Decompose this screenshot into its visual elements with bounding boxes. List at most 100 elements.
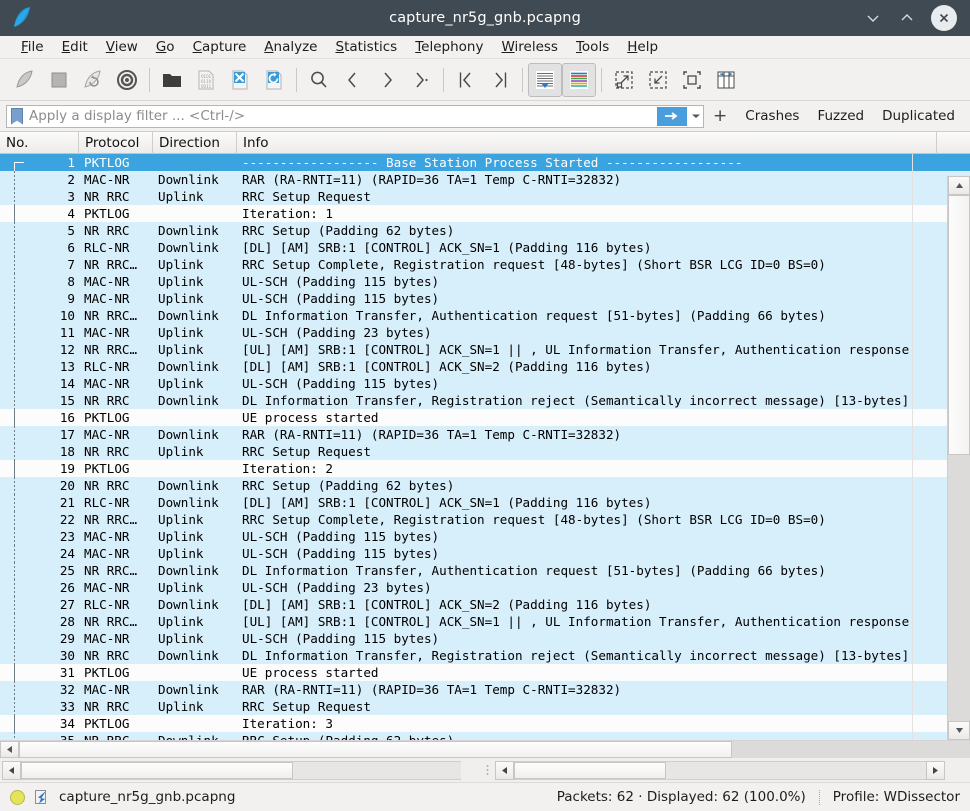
filter-button-duplicated[interactable]: Duplicated [873, 108, 964, 124]
zoom-out-icon[interactable] [641, 63, 675, 97]
table-row[interactable]: 6RLC-NRDownlink [DL] [AM] SRB:1 [CONTROL… [0, 239, 970, 256]
table-row[interactable]: 22NR RRC…UplinkRRC Setup Complete, Regis… [0, 511, 970, 528]
table-row[interactable]: 27RLC-NRDownlink [DL] [AM] SRB:1 [CONTRO… [0, 596, 970, 613]
menu-item-wireless[interactable]: Wireless [492, 36, 567, 59]
table-row[interactable]: 29MAC-NRUplinkUL-SCH (Padding 115 bytes) [0, 630, 970, 647]
go-last-packet-icon[interactable] [483, 63, 517, 97]
table-row[interactable]: 20NR RRCDownlinkRRC Setup (Padding 62 by… [0, 477, 970, 494]
filter-button-crashes[interactable]: Crashes [736, 108, 808, 124]
scroll-right-arrow-icon[interactable] [926, 761, 945, 780]
start-capture-icon[interactable] [8, 63, 42, 97]
table-row[interactable]: 16PKTLOGUE process started [0, 409, 970, 426]
pane-splitter-grip[interactable] [483, 761, 492, 780]
table-row[interactable]: 12NR RRC…Uplink [UL] [AM] SRB:1 [CONTROL… [0, 341, 970, 358]
menu-item-telephony[interactable]: Telephony [406, 36, 492, 59]
go-forward-icon[interactable] [370, 63, 404, 97]
capture-file-properties-icon[interactable] [33, 789, 49, 805]
table-row[interactable]: 9MAC-NRUplinkUL-SCH (Padding 115 bytes) [0, 290, 970, 307]
chevron-up-icon[interactable] [897, 8, 917, 28]
detail-pane-scrollbar[interactable] [2, 761, 480, 780]
add-filter-button[interactable]: + [704, 106, 736, 126]
packet-list-vertical-scrollbar[interactable] [947, 176, 970, 740]
menu-item-capture[interactable]: Capture [184, 36, 256, 59]
menu-item-edit[interactable]: Edit [53, 36, 97, 59]
resize-columns-icon[interactable] [709, 63, 743, 97]
table-row[interactable]: 32MAC-NRDownlinkRAR (RA-RNTI=11) (RAPID=… [0, 681, 970, 698]
table-row[interactable]: 1PKTLOG------------------ Base Station P… [0, 154, 970, 171]
table-row[interactable]: 5NR RRCDownlinkRRC Setup (Padding 62 byt… [0, 222, 970, 239]
column-header-info[interactable]: Info [237, 132, 937, 154]
vertical-scroll-thumb[interactable] [948, 195, 970, 455]
table-row[interactable]: 34PKTLOGIteration: 3 [0, 715, 970, 732]
display-filter-input[interactable]: Apply a display filter ... <Ctrl-/> [6, 105, 704, 128]
table-row[interactable]: 13RLC-NRDownlink [DL] [AM] SRB:1 [CONTRO… [0, 358, 970, 375]
expert-info-bulb-icon[interactable] [10, 790, 25, 805]
chevron-down-icon[interactable] [863, 8, 883, 28]
capture-options-icon[interactable] [110, 63, 144, 97]
table-row[interactable]: 30NR RRCDownlinkDL Information Transfer,… [0, 647, 970, 664]
chevron-down-icon[interactable] [689, 106, 703, 127]
vertical-scroll-track[interactable] [948, 195, 970, 721]
table-row[interactable]: 2MAC-NRDownlinkRAR (RA-RNTI=11) (RAPID=3… [0, 171, 970, 188]
table-row[interactable]: 25NR RRC…DownlinkDL Information Transfer… [0, 562, 970, 579]
menu-item-statistics[interactable]: Statistics [326, 36, 406, 59]
table-row[interactable]: 23MAC-NRUplinkUL-SCH (Padding 115 bytes) [0, 528, 970, 545]
menu-item-help[interactable]: Help [618, 36, 667, 59]
menu-item-analyze[interactable]: Analyze [255, 36, 326, 59]
scroll-down-arrow-icon[interactable] [948, 721, 970, 740]
bytes-scroll-thumb[interactable] [514, 762, 666, 779]
go-back-icon[interactable] [336, 63, 370, 97]
table-row[interactable]: 26MAC-NRUplinkUL-SCH (Padding 23 bytes) [0, 579, 970, 596]
table-row[interactable]: 4PKTLOGIteration: 1 [0, 205, 970, 222]
normal-size-icon[interactable] [675, 63, 709, 97]
profile-label[interactable]: Profile: WDissector [833, 789, 960, 805]
bytes-pane-scrollbar[interactable] [495, 761, 965, 780]
colorize-packets-icon[interactable] [562, 63, 596, 97]
detail-scroll-track[interactable] [21, 761, 461, 780]
packet-list-rows[interactable]: 1PKTLOG------------------ Base Station P… [0, 154, 970, 740]
scroll-left-arrow-icon[interactable] [495, 761, 514, 780]
table-row[interactable]: 10NR RRC…DownlinkDL Information Transfer… [0, 307, 970, 324]
menu-item-go[interactable]: Go [147, 36, 184, 59]
close-file-icon[interactable] [223, 63, 257, 97]
menu-item-file[interactable]: File [12, 36, 53, 59]
horizontal-scroll-track[interactable] [19, 741, 970, 758]
zoom-in-icon[interactable] [607, 63, 641, 97]
restart-capture-icon[interactable] [76, 63, 110, 97]
column-header-protocol[interactable]: Protocol [79, 132, 153, 154]
go-first-packet-icon[interactable] [449, 63, 483, 97]
horizontal-scroll-thumb[interactable] [19, 741, 732, 758]
column-header-direction[interactable]: Direction [153, 132, 237, 154]
table-row[interactable]: 28NR RRC…Uplink [UL] [AM] SRB:1 [CONTROL… [0, 613, 970, 630]
go-to-packet-icon[interactable] [404, 63, 438, 97]
scroll-left-arrow-icon[interactable] [2, 761, 21, 780]
table-row[interactable]: 7NR RRC…UplinkRRC Setup Complete, Regist… [0, 256, 970, 273]
find-packet-icon[interactable] [302, 63, 336, 97]
table-row[interactable]: 11MAC-NRUplinkUL-SCH (Padding 23 bytes) [0, 324, 970, 341]
auto-scroll-icon[interactable] [528, 63, 562, 97]
column-header-no[interactable]: No. [0, 132, 79, 154]
close-icon[interactable] [931, 5, 957, 31]
menu-item-view[interactable]: View [97, 36, 147, 59]
scroll-left-arrow-icon[interactable] [0, 741, 19, 758]
table-row[interactable]: 19PKTLOGIteration: 2 [0, 460, 970, 477]
apply-filter-arrow-icon[interactable] [657, 107, 687, 126]
save-file-icon[interactable]: 010101100011 [189, 63, 223, 97]
table-row[interactable]: 8MAC-NRUplinkUL-SCH (Padding 115 bytes) [0, 273, 970, 290]
table-row[interactable]: 15NR RRCDownlinkDL Information Transfer,… [0, 392, 970, 409]
table-row[interactable]: 14MAC-NRUplinkUL-SCH (Padding 115 bytes) [0, 375, 970, 392]
stop-capture-icon[interactable] [42, 63, 76, 97]
bytes-scroll-track[interactable] [514, 761, 926, 780]
open-file-icon[interactable] [155, 63, 189, 97]
table-row[interactable]: 31PKTLOGUE process started [0, 664, 970, 681]
table-row[interactable]: 17MAC-NRDownlinkRAR (RA-RNTI=11) (RAPID=… [0, 426, 970, 443]
table-row[interactable]: 18NR RRCUplinkRRC Setup Request [0, 443, 970, 460]
table-row[interactable]: 33NR RRCUplinkRRC Setup Request [0, 698, 970, 715]
menu-item-tools[interactable]: Tools [567, 36, 618, 59]
scroll-up-arrow-icon[interactable] [948, 176, 970, 195]
packet-list-horizontal-scrollbar[interactable] [0, 740, 970, 758]
table-row[interactable]: 24MAC-NRUplinkUL-SCH (Padding 115 bytes) [0, 545, 970, 562]
table-row[interactable]: 21RLC-NRDownlink [DL] [AM] SRB:1 [CONTRO… [0, 494, 970, 511]
reload-file-icon[interactable] [257, 63, 291, 97]
table-row[interactable]: 35NR RRCDownlinkRRC Setup (Padding 62 by… [0, 732, 970, 740]
